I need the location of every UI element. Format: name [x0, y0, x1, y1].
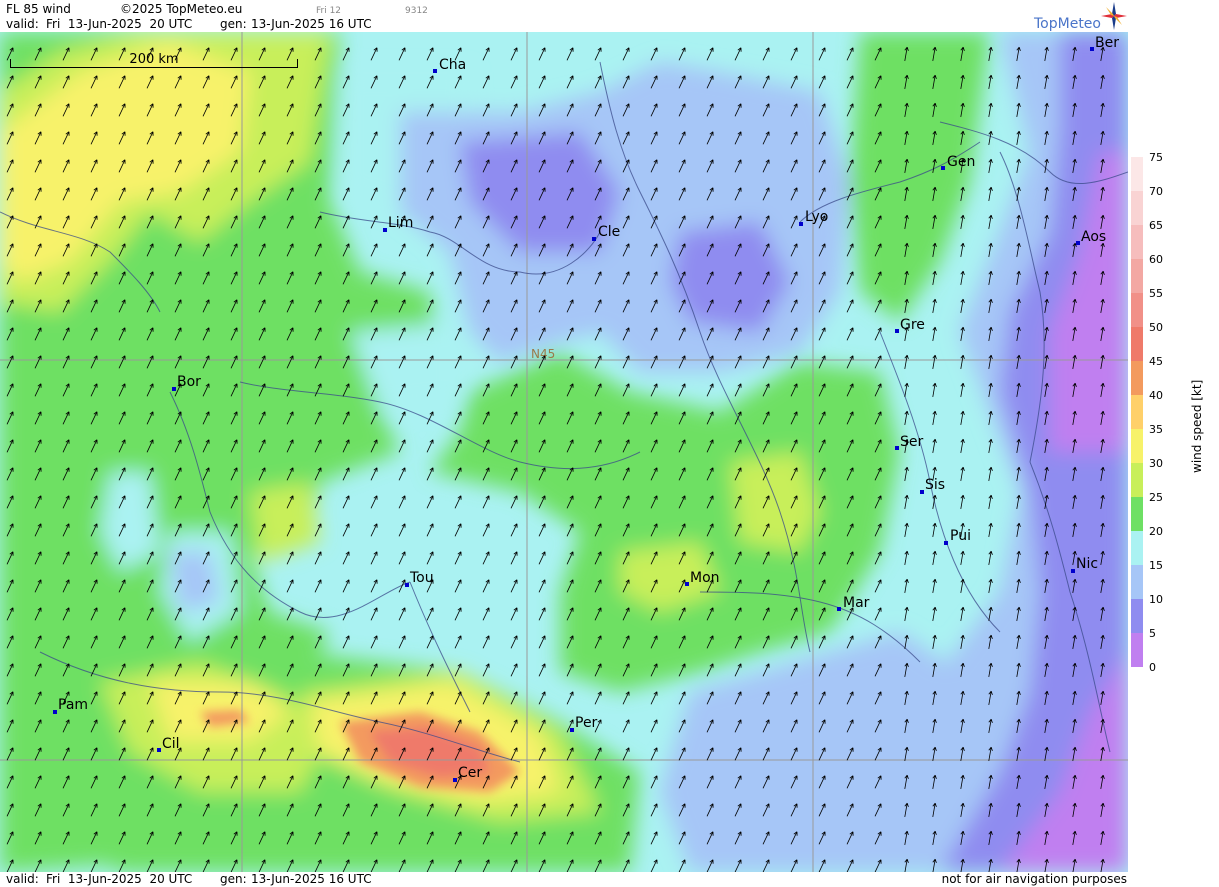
legend-tick: 65	[1149, 219, 1163, 232]
legend-swatch	[1131, 429, 1143, 463]
legend-tick: 70	[1149, 185, 1163, 198]
map-code: 9312	[405, 6, 428, 16]
city-nic[interactable]: Nic	[1071, 556, 1098, 573]
legend-title: wind speed [kt]	[1190, 379, 1204, 473]
wind-map[interactable]: N45 Cha Lim Cle Lyo Gen Ber Aos Gre Bor …	[0, 32, 1128, 872]
city-ber[interactable]: Ber	[1090, 35, 1119, 51]
city-label-pui: Pui	[950, 528, 971, 544]
city-label-cer: Cer	[458, 765, 482, 781]
topmeteo-logo[interactable]: TopMeteo	[1034, 2, 1128, 34]
city-pam[interactable]: Pam	[53, 697, 88, 714]
scale-bar: 200 km	[10, 52, 298, 70]
city-label-tou: Tou	[409, 570, 434, 586]
city-mon[interactable]: Mon	[685, 570, 720, 586]
legend-swatch	[1131, 191, 1143, 225]
product-title: FL 85 wind	[6, 2, 71, 16]
wind-speed-legend: 75 70 65 60 55 50 45 40 35 30 25 20 15 10 5 0	[1128, 0, 1219, 887]
city-label-gen: Gen	[947, 154, 975, 170]
day-tab[interactable]: Fri 12	[316, 4, 341, 18]
valid-label: valid:	[6, 17, 39, 31]
legend-tick: 40	[1149, 389, 1163, 402]
legend-tick: 55	[1149, 287, 1163, 300]
footer-gen-time: 13-Jun-2025 16 UTC	[251, 872, 372, 886]
city-label-lyo: Lyo	[805, 209, 828, 225]
city-label-gre: Gre	[900, 317, 925, 333]
legend-swatch	[1131, 361, 1143, 395]
legend-swatch	[1131, 259, 1143, 293]
logo-text: TopMeteo	[1034, 16, 1101, 32]
valid-time: Fri 13-Jun-2025 20 UTC	[46, 17, 193, 31]
city-label-mon: Mon	[690, 570, 720, 586]
wind-map-canvas: N45 Cha Lim Cle Lyo Gen Ber Aos Gre Bor …	[0, 32, 1128, 872]
gen-label: gen:	[220, 17, 247, 31]
legend-swatch	[1131, 293, 1143, 327]
city-tou[interactable]: Tou	[405, 570, 434, 587]
footer-valid-label: valid:	[6, 872, 39, 886]
city-cer[interactable]: Cer	[453, 765, 482, 782]
city-label-lim: Lim	[388, 215, 413, 231]
city-label-sis: Sis	[925, 477, 945, 493]
legend-swatch	[1131, 327, 1143, 361]
city-gen[interactable]: Gen	[941, 154, 975, 170]
footer-gen-label: gen:	[220, 872, 247, 886]
legend-tick: 25	[1149, 491, 1163, 504]
legend-swatch	[1131, 497, 1143, 531]
footer-valid-time: Fri 13-Jun-2025 20 UTC	[46, 872, 193, 886]
legend-tick: 35	[1149, 423, 1163, 436]
copyright: ©2025 TopMeteo.eu	[120, 2, 243, 16]
city-per[interactable]: Per	[570, 715, 598, 732]
city-label-cle: Cle	[598, 224, 620, 240]
legend-tick: 60	[1149, 253, 1163, 266]
city-label-mar: Mar	[843, 595, 870, 611]
city-gre[interactable]: Gre	[895, 317, 925, 333]
legend-tick: 50	[1149, 321, 1163, 334]
legend-swatch	[1131, 531, 1143, 565]
city-lim[interactable]: Lim	[383, 215, 413, 232]
city-label-ber: Ber	[1095, 35, 1119, 51]
scale-label: 200 km	[129, 52, 179, 67]
city-label-bor: Bor	[177, 374, 201, 390]
city-bor[interactable]: Bor	[172, 374, 201, 391]
legend-swatch	[1131, 395, 1143, 429]
scale-line	[10, 67, 298, 68]
city-label-nic: Nic	[1076, 556, 1098, 572]
legend-tick: 15	[1149, 559, 1163, 572]
city-label-cil: Cil	[162, 736, 180, 752]
legend-tick: 45	[1149, 355, 1163, 368]
city-label-pam: Pam	[58, 697, 88, 713]
legend-tick: 10	[1149, 593, 1163, 606]
city-label-ser: Ser	[900, 434, 924, 450]
legend-swatch	[1131, 633, 1143, 667]
legend-swatch	[1131, 565, 1143, 599]
legend-swatch	[1131, 599, 1143, 633]
city-label-aos: Aos	[1081, 229, 1106, 245]
legend-tick: 75	[1149, 151, 1163, 164]
footer-disclaimer: not for air navigation purposes	[941, 872, 1127, 886]
legend-tick: 20	[1149, 525, 1163, 538]
city-label-cha: Cha	[439, 57, 466, 73]
city-ser[interactable]: Ser	[895, 434, 924, 450]
gen-time: 13-Jun-2025 16 UTC	[251, 17, 372, 31]
city-aos[interactable]: Aos	[1076, 229, 1106, 245]
legend-swatch	[1131, 225, 1143, 259]
legend-swatch	[1131, 463, 1143, 497]
legend-tick: 0	[1149, 661, 1156, 674]
city-label-per: Per	[575, 715, 598, 731]
legend-swatch	[1131, 157, 1143, 191]
compass-star-icon	[1101, 2, 1127, 30]
legend-tick: 30	[1149, 457, 1163, 470]
legend-tick: 5	[1149, 627, 1156, 640]
